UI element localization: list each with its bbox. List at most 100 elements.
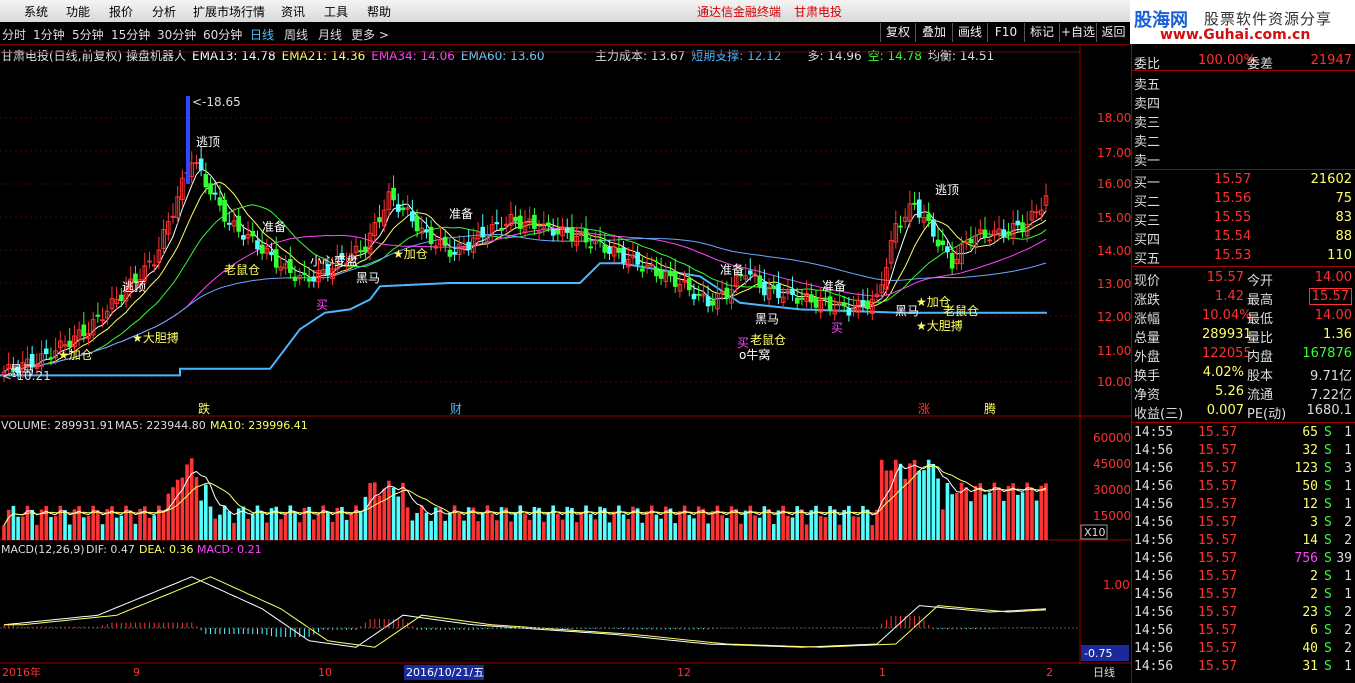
price-tick: 10.00 bbox=[1097, 375, 1131, 389]
volume-bar bbox=[175, 479, 180, 540]
back-button[interactable]: 返回 bbox=[1096, 23, 1130, 42]
price-tick: 14.00 bbox=[1097, 244, 1131, 258]
tick-time: 14:56 bbox=[1134, 605, 1174, 620]
volume-bar bbox=[659, 518, 663, 540]
volume-bar bbox=[363, 496, 368, 540]
tick-time: 14:56 bbox=[1134, 479, 1174, 494]
menu-extended-market[interactable]: 扩展市场行情 bbox=[193, 3, 265, 20]
volume-bar bbox=[405, 507, 410, 540]
tf-intraday[interactable]: 分时 bbox=[2, 26, 26, 43]
macd-lines bbox=[0, 576, 1080, 648]
peak-label: <-18.65 bbox=[192, 95, 241, 109]
tf-60min[interactable]: 60分钟 bbox=[203, 26, 242, 43]
stat-label: 总量 bbox=[1134, 331, 1161, 346]
prepare-label: 准备 bbox=[720, 263, 744, 277]
volume-ma10: MA10: 239996.41 bbox=[210, 419, 308, 432]
volume-bar bbox=[20, 516, 25, 540]
candle-body bbox=[363, 246, 368, 253]
draw-line-button[interactable]: 画线 bbox=[952, 23, 987, 42]
candle-body bbox=[95, 314, 101, 317]
menu-system[interactable]: 系统 bbox=[24, 3, 48, 20]
sell3-row: 卖三 bbox=[1132, 111, 1355, 131]
volume-bar bbox=[166, 493, 171, 540]
tick-row: 14:56 15.57 2 S 1 bbox=[1132, 586, 1355, 604]
volume-bar bbox=[114, 517, 119, 540]
tick-price: 15.57 bbox=[1198, 551, 1238, 566]
price-tick: 11.00 bbox=[1097, 344, 1131, 358]
menu-analysis[interactable]: 分析 bbox=[152, 3, 176, 20]
candle-body bbox=[799, 297, 805, 300]
tick-count: 1 bbox=[1344, 569, 1352, 584]
tf-monthly[interactable]: 月线 bbox=[318, 26, 342, 43]
tf-15min[interactable]: 15分钟 bbox=[111, 26, 150, 43]
candle-body bbox=[982, 229, 988, 238]
stat-value: 1.42 bbox=[1215, 289, 1244, 304]
tick-time: 14:56 bbox=[1134, 641, 1174, 656]
mark-button[interactable]: 标记 bbox=[1024, 23, 1059, 42]
candle-body bbox=[424, 229, 429, 233]
tick-volume: 23 bbox=[1302, 605, 1318, 620]
volume-bar bbox=[30, 509, 34, 540]
candle-body bbox=[602, 244, 608, 253]
volume-bar bbox=[983, 494, 987, 540]
tick-count: 2 bbox=[1344, 623, 1352, 638]
volume-bar bbox=[987, 492, 992, 540]
volume-bar bbox=[81, 517, 86, 540]
tick-volume: 123 bbox=[1294, 461, 1318, 476]
tick-side: S bbox=[1324, 551, 1332, 566]
candle-body bbox=[410, 211, 415, 222]
volume-bar bbox=[898, 463, 903, 540]
candle-body bbox=[555, 229, 561, 235]
tf-1min[interactable]: 1分钟 bbox=[33, 26, 65, 43]
menu-tools[interactable]: 工具 bbox=[324, 3, 348, 20]
menu-help[interactable]: 帮助 bbox=[367, 3, 391, 20]
tf-more[interactable]: 更多 > bbox=[351, 26, 389, 43]
volume-bar bbox=[279, 519, 283, 540]
candle-body bbox=[912, 202, 917, 205]
rat-position-label: 老鼠仓 bbox=[750, 333, 786, 347]
price-tick: 12.00 bbox=[1097, 310, 1131, 324]
candle-body bbox=[776, 284, 781, 299]
volume-bar bbox=[588, 514, 593, 540]
tick-volume: 65 bbox=[1302, 425, 1318, 440]
volume-bar bbox=[67, 524, 72, 540]
add-watchlist-button[interactable]: +自选 bbox=[1059, 23, 1096, 42]
buy3-label: 买三 bbox=[1134, 214, 1161, 229]
tf-daily[interactable]: 日线 bbox=[250, 26, 274, 43]
dark-horse-label: 黑马 bbox=[356, 271, 380, 285]
menu-function[interactable]: 功能 bbox=[66, 3, 90, 20]
sell1-row: 卖一 bbox=[1132, 149, 1355, 169]
nest-label: o牛窝 bbox=[739, 347, 770, 362]
menu-news[interactable]: 资讯 bbox=[281, 3, 305, 20]
volume-bar bbox=[297, 522, 302, 540]
volume-bar bbox=[232, 522, 236, 540]
tf-5min[interactable]: 5分钟 bbox=[72, 26, 104, 43]
volume-tick: 15000 bbox=[1093, 509, 1131, 523]
candle-body bbox=[391, 187, 396, 201]
tf-weekly[interactable]: 周线 bbox=[284, 26, 308, 43]
escape-top-label: 逃顶 bbox=[122, 280, 146, 294]
chart-area[interactable]: <-18.65<-10.21逃顶逃顶逃顶准备准备准备准备★加仓★加仓★加仓★大胆… bbox=[0, 44, 1131, 683]
volume-bar bbox=[654, 514, 659, 540]
volume-bar bbox=[1006, 485, 1011, 540]
menu-quote[interactable]: 报价 bbox=[109, 3, 133, 20]
volume-bar bbox=[964, 487, 969, 540]
candle-body bbox=[926, 213, 931, 221]
restore-rights-button[interactable]: 复权 bbox=[880, 23, 915, 42]
volume-bar bbox=[1025, 482, 1030, 540]
volume-bar bbox=[832, 509, 837, 540]
buy3-vol: 83 bbox=[1335, 210, 1352, 225]
volume-bar bbox=[527, 519, 532, 540]
candle-body bbox=[447, 249, 453, 257]
candle-body bbox=[358, 250, 364, 253]
volume-bar bbox=[415, 513, 419, 540]
volume-bar bbox=[344, 519, 349, 540]
stat-value: 122055 bbox=[1202, 346, 1252, 361]
buy3-price: 15.55 bbox=[1214, 210, 1252, 225]
tick-side: S bbox=[1324, 425, 1332, 440]
period-mode[interactable]: 日线 bbox=[1093, 665, 1115, 679]
f10-button[interactable]: F10 bbox=[987, 23, 1024, 42]
tick-volume: 2 bbox=[1310, 587, 1318, 602]
tf-30min[interactable]: 30分钟 bbox=[157, 26, 196, 43]
overlay-button[interactable]: 叠加 bbox=[915, 23, 952, 42]
